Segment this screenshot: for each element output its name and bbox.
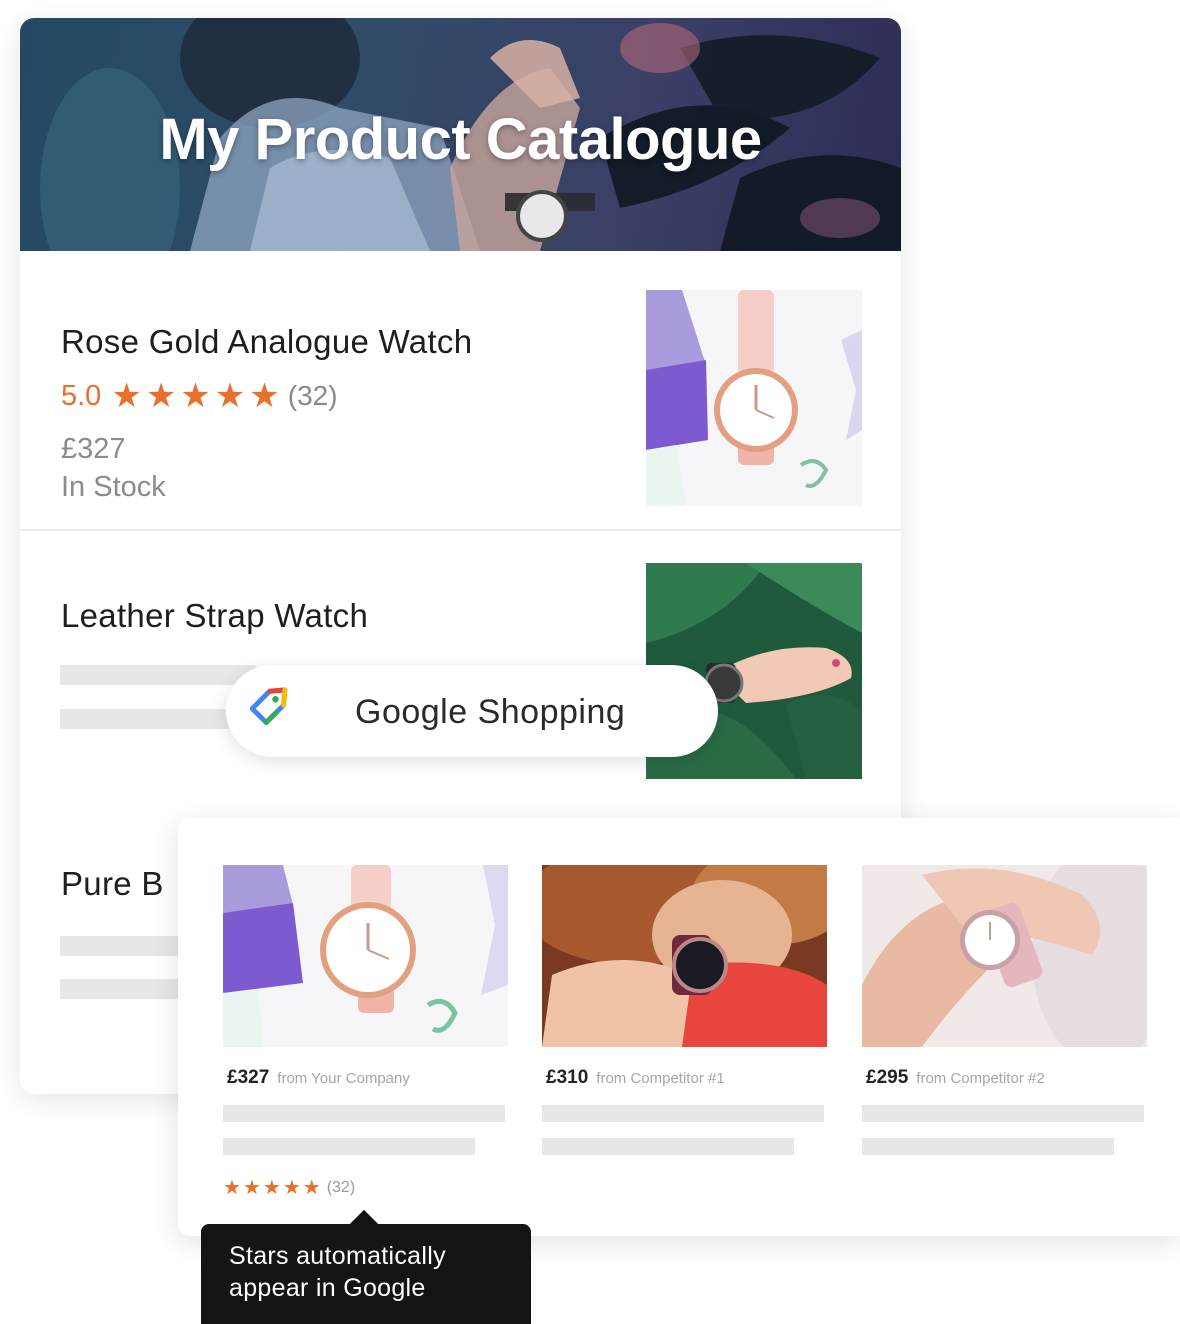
price-line: £310 from Competitor #1 <box>542 1067 827 1089</box>
price-line: £295 from Competitor #2 <box>862 1067 1147 1089</box>
product-name[interactable]: Rose Gold Analogue Watch <box>61 323 472 361</box>
star-icon: ★ <box>111 377 142 415</box>
product-image[interactable] <box>223 865 508 1047</box>
google-shopping-label: Google Shopping <box>355 693 626 731</box>
product-price: £295 <box>866 1067 909 1088</box>
placeholder-line <box>862 1138 1114 1155</box>
product-image[interactable] <box>646 290 862 506</box>
catalogue-item[interactable]: Rose Gold Analogue Watch 5.0 ★ ★ ★ ★ ★ (… <box>20 251 901 531</box>
tooltip-text: Stars automatically appear in Google <box>229 1240 446 1304</box>
placeholder-line <box>542 1138 794 1155</box>
star-icon: ★ <box>180 377 211 415</box>
placeholder-line <box>542 1105 824 1122</box>
catalogue-title: My Product Catalogue <box>159 107 762 172</box>
google-shopping-badge[interactable]: Google Shopping <box>226 665 718 757</box>
rating-count: (32) <box>326 1178 356 1196</box>
star-icon: ★ <box>242 1177 261 1199</box>
star-icon: ★ <box>223 1177 241 1199</box>
product-name[interactable]: Pure B <box>61 865 164 903</box>
product-name[interactable]: Leather Strap Watch <box>61 597 368 635</box>
placeholder-line <box>223 1105 505 1122</box>
placeholder-line <box>862 1105 1144 1122</box>
star-icon: ★ <box>262 1177 281 1199</box>
seller-label: from Your Company <box>277 1070 410 1087</box>
star-rating: ★ ★ ★ ★ ★ <box>111 379 283 413</box>
price-line: £327 from Your Company <box>223 1067 508 1089</box>
product-image[interactable] <box>862 865 1147 1047</box>
tooltip-line: Stars automatically <box>229 1242 446 1270</box>
placeholder-line <box>223 1138 475 1155</box>
product-price: £310 <box>546 1067 589 1088</box>
seller-label: from Competitor #1 <box>596 1070 725 1087</box>
product-rating: ★ ★ ★ ★ ★ (32) <box>223 1175 508 1200</box>
placeholder-line <box>60 709 230 729</box>
google-shopping-results: £327 from Your Company ★ ★ ★ ★ ★ (32) £3… <box>178 818 1180 1236</box>
stock-status: In Stock <box>61 471 166 503</box>
star-icon: ★ <box>249 377 280 415</box>
star-icon: ★ <box>214 377 246 415</box>
rating-count: (32) <box>287 380 338 411</box>
shopping-result-card[interactable]: £295 from Competitor #2 <box>862 865 1147 1155</box>
shopping-result-card[interactable]: £310 from Competitor #1 <box>542 865 827 1155</box>
product-price: £327 <box>61 433 126 465</box>
star-icon: ★ <box>282 1177 301 1199</box>
product-price: £327 <box>227 1067 270 1088</box>
rating-score: 5.0 <box>61 379 102 412</box>
catalogue-hero-banner: My Product Catalogue <box>20 18 901 251</box>
tooltip-line: appear in Google <box>229 1274 426 1302</box>
seller-label: from Competitor #2 <box>916 1070 1045 1087</box>
star-icon: ★ <box>302 1177 321 1199</box>
shopping-result-card[interactable]: £327 from Your Company ★ ★ ★ ★ ★ (32) <box>223 865 508 1200</box>
product-image[interactable] <box>542 865 827 1047</box>
product-rating: 5.0 ★ ★ ★ ★ ★ (32) <box>61 379 338 413</box>
stars-tooltip: Stars automatically appear in Google <box>201 1209 531 1324</box>
google-tag-icon <box>237 668 307 756</box>
star-icon: ★ <box>145 377 177 415</box>
